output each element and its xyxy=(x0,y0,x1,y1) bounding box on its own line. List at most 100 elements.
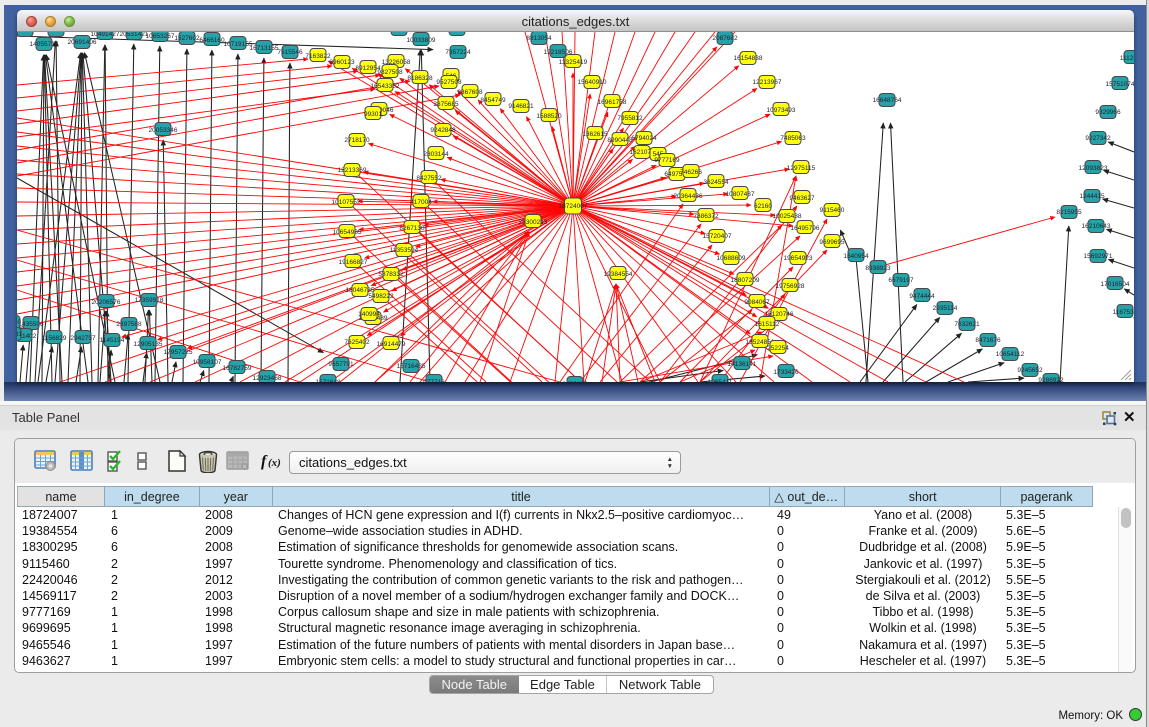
svg-text:19654923: 19654923 xyxy=(784,255,813,262)
svg-text:1665406: 1665406 xyxy=(43,32,69,34)
svg-text:977716: 977716 xyxy=(423,379,445,382)
svg-text:1167534: 1167534 xyxy=(1113,309,1134,316)
svg-text:12213369: 12213369 xyxy=(338,167,367,174)
svg-text:1290513: 1290513 xyxy=(17,32,38,34)
svg-text:19166827: 19166827 xyxy=(339,259,368,266)
svg-text:16210643: 16210643 xyxy=(1082,223,1111,230)
svg-text:18807209: 18807209 xyxy=(731,277,760,284)
svg-text:2718170: 2718170 xyxy=(344,137,370,144)
svg-text:2087682: 2087682 xyxy=(712,35,738,42)
svg-text:9777169: 9777169 xyxy=(654,157,680,164)
svg-text:10107552: 10107552 xyxy=(332,199,361,206)
svg-text:9115460: 9115460 xyxy=(820,207,845,214)
svg-text:19384554: 19384554 xyxy=(604,271,633,278)
svg-text:20691406: 20691406 xyxy=(68,39,97,46)
svg-text:10958107: 10958107 xyxy=(193,359,222,366)
svg-text:16782759: 16782759 xyxy=(223,365,252,372)
svg-text:16495796: 16495796 xyxy=(791,225,820,232)
svg-text:3624554: 3624554 xyxy=(703,179,729,186)
svg-text:8215955: 8215955 xyxy=(1056,209,1082,216)
svg-text:9084067: 9084067 xyxy=(744,299,770,306)
svg-text:99301: 99301 xyxy=(364,111,382,118)
svg-text:7485063: 7485063 xyxy=(780,135,806,142)
svg-text:15692971: 15692971 xyxy=(1084,253,1113,260)
svg-text:16914479: 16914479 xyxy=(377,341,406,348)
svg-text:14136141: 14136141 xyxy=(728,361,757,368)
svg-text:20364436: 20364436 xyxy=(674,193,703,200)
svg-text:10654112: 10654112 xyxy=(996,351,1025,358)
svg-text:9329966: 9329966 xyxy=(1095,109,1121,116)
svg-text:20531421: 20531421 xyxy=(120,32,149,38)
svg-text:140994: 140994 xyxy=(358,311,380,318)
svg-text:7632621: 7632621 xyxy=(954,321,980,328)
svg-text:1065411: 1065411 xyxy=(708,379,733,382)
svg-text:33981: 33981 xyxy=(17,331,22,338)
svg-text:7357224: 7357224 xyxy=(445,49,471,56)
svg-text:1640954: 1640954 xyxy=(843,253,869,260)
svg-text:8267130: 8267130 xyxy=(399,225,425,232)
svg-text:1112568: 1112568 xyxy=(1120,55,1134,62)
svg-text:10973493: 10973493 xyxy=(767,107,796,114)
svg-text:16543382: 16543382 xyxy=(371,83,400,90)
svg-text:1571648: 1571648 xyxy=(315,379,341,382)
svg-text:10719155: 10719155 xyxy=(224,41,253,48)
svg-text:2367608: 2367608 xyxy=(457,89,483,96)
svg-text:2397588: 2397588 xyxy=(116,321,142,328)
svg-text:9463627: 9463627 xyxy=(789,195,815,202)
svg-text:9245652: 9245652 xyxy=(1017,367,1043,374)
svg-text:12923468: 12923468 xyxy=(253,375,282,382)
svg-text:12905135: 12905135 xyxy=(134,341,163,348)
svg-text:8813054: 8813054 xyxy=(526,35,552,42)
svg-text:16713155: 16713155 xyxy=(250,45,279,52)
svg-text:8454749: 8454749 xyxy=(480,97,506,104)
svg-text:10025438: 10025438 xyxy=(773,213,802,220)
svg-text:3875685: 3875685 xyxy=(433,101,459,108)
svg-text:15640910: 15640910 xyxy=(578,79,607,86)
svg-text:9146821: 9146821 xyxy=(508,103,534,110)
svg-text:10654985: 10654985 xyxy=(333,229,362,236)
svg-text:9242848: 9242848 xyxy=(430,127,456,134)
svg-text:7625402: 7625402 xyxy=(344,339,370,346)
svg-text:1145194: 1145194 xyxy=(100,337,125,344)
svg-text:6794024: 6794024 xyxy=(631,135,657,142)
svg-text:9527508: 9527508 xyxy=(436,79,462,86)
svg-text:12213967: 12213967 xyxy=(753,79,782,86)
svg-text:6466160: 6466160 xyxy=(199,37,225,44)
svg-text:6679197: 6679197 xyxy=(888,277,914,284)
svg-text:11353594: 11353594 xyxy=(390,247,419,254)
svg-text:8938923: 8938923 xyxy=(865,265,891,272)
svg-text:1362615: 1362615 xyxy=(582,131,608,138)
svg-text:7163822: 7163822 xyxy=(305,53,331,60)
svg-text:1615112: 1615112 xyxy=(755,321,780,328)
svg-text:12093823: 12093823 xyxy=(1079,165,1108,172)
svg-text:1733426: 1733426 xyxy=(773,369,799,376)
svg-text:17359918: 17359918 xyxy=(135,297,164,304)
svg-text:1435506: 1435506 xyxy=(18,321,44,328)
svg-text:2942757: 2942757 xyxy=(70,335,96,342)
svg-text:1156829: 1156829 xyxy=(42,335,67,342)
svg-text:1588520: 1588520 xyxy=(536,113,562,120)
svg-text:5878332: 5878332 xyxy=(378,271,404,278)
svg-text:252254: 252254 xyxy=(767,345,789,352)
svg-text:8426492: 8426492 xyxy=(562,381,588,382)
svg-text:9474444: 9474444 xyxy=(909,293,935,300)
svg-text:417004: 417004 xyxy=(410,199,432,206)
svg-text:10653267: 10653267 xyxy=(146,33,175,40)
svg-text:15751074: 15751074 xyxy=(1106,81,1134,88)
svg-text:18724007: 18724007 xyxy=(559,203,588,210)
svg-text:8960123: 8960123 xyxy=(329,59,355,66)
svg-text:7515546: 7515546 xyxy=(277,49,303,56)
svg-text:7386372: 7386372 xyxy=(693,213,719,220)
svg-text:9699695: 9699695 xyxy=(819,239,845,246)
svg-text:8427552: 8427552 xyxy=(416,175,442,182)
svg-text:62160: 62160 xyxy=(754,203,772,210)
svg-text:16648764: 16648764 xyxy=(873,97,902,104)
svg-text:19756928: 19756928 xyxy=(776,283,805,290)
svg-text:17957225: 17957225 xyxy=(164,349,193,356)
svg-text:10033809: 10033809 xyxy=(407,37,436,44)
svg-text:16154838: 16154838 xyxy=(734,55,763,62)
svg-text:746266: 746266 xyxy=(680,169,702,176)
svg-text:9286922: 9286922 xyxy=(1038,377,1064,382)
svg-text:8186328: 8186328 xyxy=(407,75,433,82)
svg-text:16961758: 16961758 xyxy=(598,99,627,106)
